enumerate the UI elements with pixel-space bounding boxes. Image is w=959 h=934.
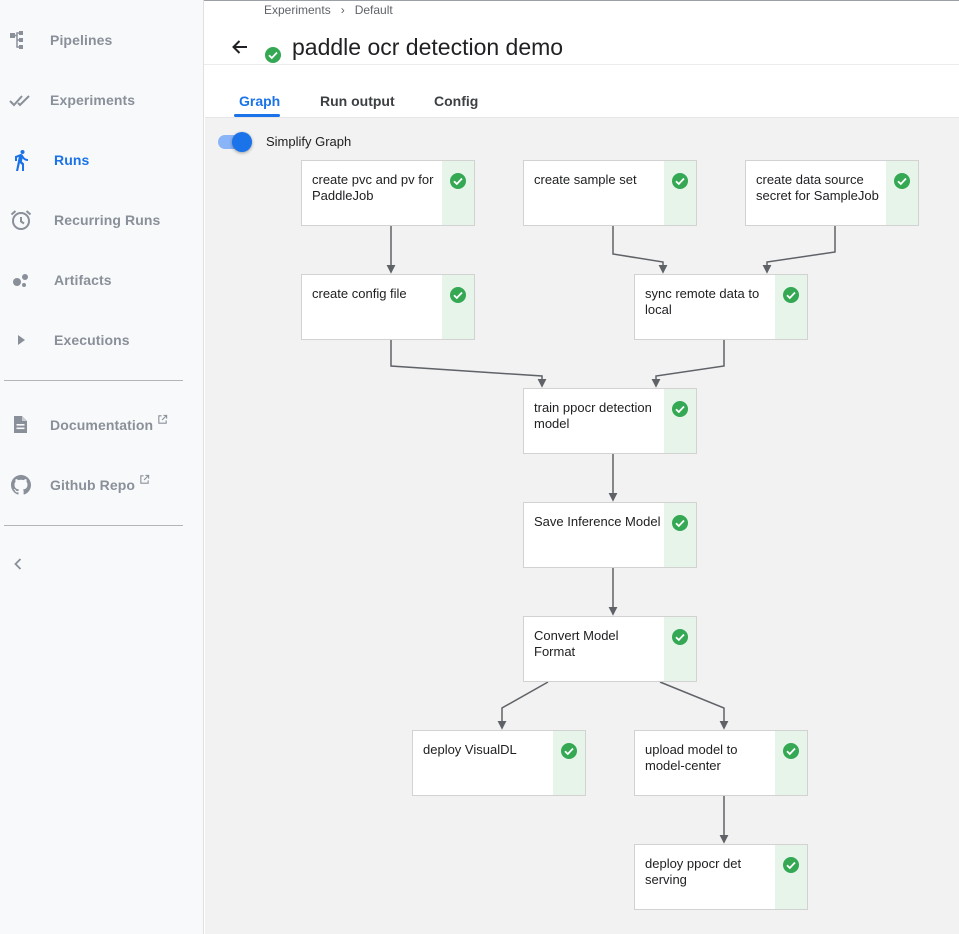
sidebar-divider [4, 380, 183, 381]
experiments-icon [9, 95, 30, 107]
breadcrumb-experiments[interactable]: Experiments [264, 3, 331, 17]
sidebar-item-label: Executions [54, 332, 130, 348]
sidebar-item-label: Artifacts [54, 272, 112, 288]
sidebar: Pipelines Experiments Runs Recurring Run… [0, 0, 204, 934]
external-link-icon [158, 414, 168, 424]
node-label: upload model to model-center [645, 742, 738, 773]
sidebar-item-label: Experiments [50, 92, 136, 108]
success-check-icon [783, 743, 799, 759]
sidebar-item-label: Runs [54, 152, 90, 168]
success-check-icon [672, 173, 688, 189]
sidebar-item-artifacts[interactable]: Artifacts [0, 260, 204, 300]
sidebar-item-executions[interactable]: Executions [0, 320, 204, 360]
sidebar-divider [4, 525, 183, 526]
artifacts-icon [13, 274, 28, 287]
graph-node[interactable]: deploy ppocr det serving [634, 844, 808, 910]
pipelines-icon [10, 31, 23, 49]
node-status [775, 845, 807, 909]
sidebar-link-documentation[interactable]: Documentation [0, 405, 204, 445]
node-status [886, 161, 918, 225]
external-link-icon [140, 474, 150, 484]
header-divider [204, 64, 959, 65]
node-status [664, 617, 696, 681]
sidebar-link-label: Github Repo [50, 477, 136, 493]
success-check-icon [450, 173, 466, 189]
graph-node[interactable]: Convert Model Format [523, 616, 697, 682]
back-arrow-icon[interactable] [226, 33, 254, 61]
graph-node[interactable]: create data source secret for SampleJob [745, 160, 919, 226]
node-label: sync remote data to local [645, 286, 760, 317]
graph-node[interactable]: sync remote data to local [634, 274, 808, 340]
success-check-icon [672, 515, 688, 531]
success-check-icon [672, 629, 688, 645]
graph-node[interactable]: create pvc and pv for PaddleJob [301, 160, 475, 226]
success-check-icon [783, 857, 799, 873]
graph-node[interactable]: upload model to model-center [634, 730, 808, 796]
success-check-icon [561, 743, 577, 759]
node-label: Save Inference Model [534, 514, 661, 529]
tab-run-output[interactable]: Run output [320, 93, 395, 109]
page-title: paddle ocr detection demo [292, 34, 564, 60]
breadcrumb-separator: › [340, 3, 345, 17]
node-status [553, 731, 585, 795]
graph-node[interactable]: train ppocr detection model [523, 388, 697, 454]
node-label: deploy VisualDL [423, 742, 517, 757]
top-border [204, 0, 959, 1]
graph-node[interactable]: create sample set [523, 160, 697, 226]
success-check-icon [894, 173, 910, 189]
graph-node[interactable]: create config file [301, 274, 475, 340]
node-status [442, 161, 474, 225]
document-icon [14, 416, 27, 433]
chevron-left-icon[interactable] [10, 556, 26, 572]
success-check-icon [450, 287, 466, 303]
node-label: Convert Model Format [534, 628, 619, 659]
success-check-icon [672, 401, 688, 417]
sidebar-item-recurring-runs[interactable]: Recurring Runs [0, 200, 204, 240]
node-label: deploy ppocr det serving [645, 856, 742, 887]
node-status [775, 275, 807, 339]
alarm-clock-icon [10, 210, 32, 230]
graph-node[interactable]: deploy VisualDL [412, 730, 586, 796]
success-check-icon [783, 287, 799, 303]
sidebar-item-pipelines[interactable]: Pipelines [0, 20, 204, 60]
runs-icon [15, 150, 28, 171]
breadcrumb: Experiments › Default [264, 3, 393, 17]
simplify-graph-toggle[interactable] [218, 132, 254, 152]
graph-node[interactable]: Save Inference Model [523, 502, 697, 568]
tab-config[interactable]: Config [434, 93, 478, 109]
simplify-graph-label: Simplify Graph [266, 134, 352, 149]
node-status [664, 389, 696, 453]
breadcrumb-default[interactable]: Default [355, 3, 393, 17]
node-label: train ppocr detection model [534, 400, 652, 431]
node-status [664, 503, 696, 567]
node-label: create sample set [534, 172, 637, 187]
node-status [775, 731, 807, 795]
sidebar-item-label: Recurring Runs [54, 212, 161, 228]
node-label: create config file [312, 286, 407, 301]
sidebar-item-experiments[interactable]: Experiments [0, 80, 204, 120]
success-check-icon [265, 47, 281, 63]
sidebar-item-runs[interactable]: Runs [0, 140, 204, 180]
tab-graph[interactable]: Graph [239, 93, 280, 109]
node-label: create pvc and pv for PaddleJob [312, 172, 434, 203]
node-status [442, 275, 474, 339]
sidebar-link-github[interactable]: Github Repo [0, 465, 204, 505]
play-icon [18, 335, 25, 345]
github-icon [11, 475, 31, 495]
node-status [664, 161, 696, 225]
sidebar-link-label: Documentation [50, 417, 154, 433]
node-label: create data source secret for SampleJob [756, 172, 879, 203]
sidebar-item-label: Pipelines [50, 32, 113, 48]
